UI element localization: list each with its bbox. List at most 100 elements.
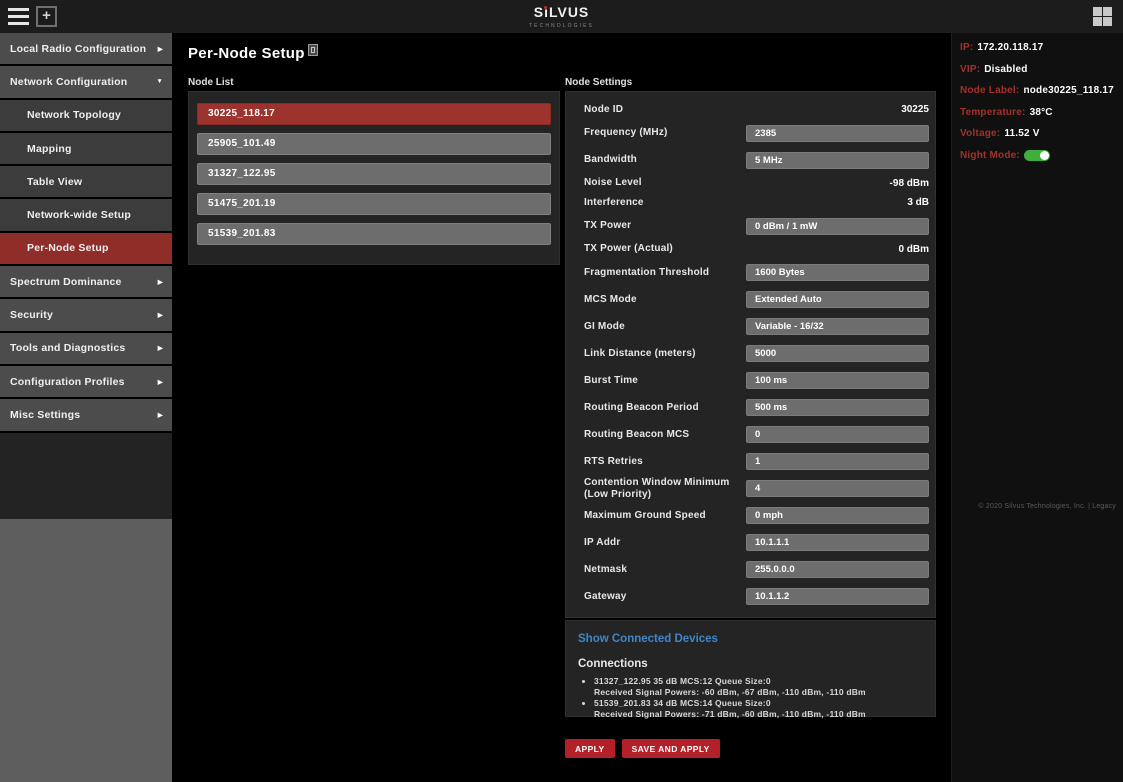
- connection-summary: 31327_122.95 35 dB MCS:12 Queue Size:0: [594, 676, 923, 687]
- setting-label: RTS Retries: [584, 456, 643, 468]
- setting-label: GI Mode: [584, 321, 625, 333]
- sidebar-item-network-configuration[interactable]: Network Configuration▼: [0, 66, 172, 97]
- setting-row-gi-mode: GI Mode: [584, 313, 929, 340]
- connection-signal-powers: Received Signal Powers: -71 dBm, -60 dBm…: [594, 709, 923, 720]
- status-row-ip: IP:172.20.118.17: [952, 37, 1123, 59]
- ip-addr-input[interactable]: [746, 534, 929, 551]
- action-buttons: APPLY SAVE AND APPLY: [565, 739, 720, 758]
- node-list-item-25905-101-49[interactable]: 25905_101.49: [197, 133, 551, 155]
- sidebar-menu: Local Radio Configuration▶Network Config…: [0, 33, 172, 433]
- sidebar-item-local-radio-configuration[interactable]: Local Radio Configuration▶: [0, 33, 172, 64]
- sidebar-item-label: Spectrum Dominance: [10, 276, 122, 288]
- sidebar-item-table-view[interactable]: Table View: [0, 166, 172, 197]
- setting-label: Burst Time: [584, 375, 638, 387]
- setting-label: Interference: [584, 197, 644, 209]
- connections-heading: Connections: [578, 658, 923, 670]
- setting-label: MCS Mode: [584, 294, 637, 306]
- netmask-input[interactable]: [746, 561, 929, 578]
- sidebar-item-label: Configuration Profiles: [10, 376, 125, 388]
- copyright-text: © 2020 Silvus Technologies, Inc. | Legac…: [978, 503, 1116, 510]
- sidebar-item-label: Table View: [27, 176, 82, 188]
- chevron-right-icon: ▶: [158, 278, 163, 286]
- setting-row-tx-power-actual: TX Power (Actual)0 dBm: [584, 240, 929, 260]
- node-list-panel: 30225_118.17 25905_101.49 31327_122.95 5147…: [188, 91, 560, 265]
- connection-entry: 51539_201.83 34 dB MCS:14 Queue Size:0Re…: [594, 698, 923, 720]
- chevron-right-icon: ▶: [158, 411, 163, 419]
- silvus-logo: SiLVUS TECHNOLOGIES: [0, 4, 1123, 29]
- setting-row-frequency-mhz: Frequency (MHz): [584, 120, 929, 147]
- bandwidth-input[interactable]: [746, 152, 929, 169]
- chevron-right-icon: ▶: [158, 311, 163, 319]
- status-row-voltage: Voltage:11.52 V: [952, 123, 1123, 145]
- setting-label: Bandwidth: [584, 154, 637, 166]
- setting-row-interference: Interference 3 dB: [584, 193, 929, 213]
- setting-label: Netmask: [584, 564, 627, 576]
- logo-subtext: TECHNOLOGIES: [0, 23, 1123, 29]
- fragmentation-threshold-input[interactable]: [746, 264, 929, 281]
- sidebar-item-network-topology[interactable]: Network Topology: [0, 100, 172, 131]
- node-settings-heading: Node Settings: [565, 77, 632, 88]
- mcs-mode-input[interactable]: [746, 291, 929, 308]
- node-list-item-51539-201-83[interactable]: 51539_201.83: [197, 223, 551, 245]
- save-and-apply-button[interactable]: SAVE AND APPLY: [622, 739, 720, 758]
- tx-power-input[interactable]: [746, 218, 929, 235]
- link-distance-meters-input[interactable]: [746, 345, 929, 362]
- status-panel: IP:172.20.118.17VIP:DisabledNode Label:n…: [951, 33, 1123, 782]
- sidebar-item-tools-and-diagnostics[interactable]: Tools and Diagnostics▶: [0, 333, 172, 364]
- sidebar-item-spectrum-dominance[interactable]: Spectrum Dominance ▶: [0, 266, 172, 297]
- apply-button[interactable]: APPLY: [565, 739, 615, 758]
- status-label: Voltage:: [960, 128, 1000, 139]
- sidebar-item-mapping[interactable]: Mapping: [0, 133, 172, 164]
- status-label: VIP:: [960, 64, 980, 75]
- contention-window-minimum-low-priority-input[interactable]: [746, 480, 929, 497]
- sidebar-item-label: Network Topology: [27, 109, 121, 121]
- burst-time-input[interactable]: [746, 372, 929, 389]
- sidebar-item-label: Security: [10, 309, 53, 321]
- setting-row-link-distance-meters: Link Distance (meters): [584, 340, 929, 367]
- setting-row-mcs-mode: MCS Mode: [584, 286, 929, 313]
- apps-grid-icon[interactable]: [1093, 7, 1112, 26]
- gi-mode-input[interactable]: [746, 318, 929, 335]
- setting-row-burst-time: Burst Time: [584, 367, 929, 394]
- rts-retries-input[interactable]: [746, 453, 929, 470]
- routing-beacon-period-input[interactable]: [746, 399, 929, 416]
- top-bar: + SiLVUS TECHNOLOGIES: [0, 0, 1123, 33]
- sidebar-item-per-node-setup[interactable]: Per-Node Setup: [0, 233, 172, 264]
- page-title-text: Per-Node Setup: [188, 45, 305, 62]
- setting-label: Node ID: [584, 104, 623, 116]
- connection-signal-powers: Received Signal Powers: -60 dBm, -67 dBm…: [594, 687, 923, 698]
- help-icon[interactable]: [308, 44, 318, 56]
- status-value: node30225_118.17: [1023, 85, 1114, 96]
- setting-label: Gateway: [584, 591, 627, 603]
- page-title: Per-Node Setup: [188, 44, 318, 62]
- setting-value: -98 dBm: [890, 178, 929, 189]
- night-mode-toggle[interactable]: [1024, 150, 1050, 161]
- gateway-input[interactable]: [746, 588, 929, 605]
- node-settings-panel: Node ID30225Frequency (MHz)BandwidthNois…: [565, 91, 936, 618]
- show-connected-devices-link[interactable]: Show Connected Devices: [578, 633, 718, 645]
- maximum-ground-speed-input[interactable]: [746, 507, 929, 524]
- sidebar-item-label: Network-wide Setup: [27, 209, 131, 221]
- setting-row-noise-level: Noise Level -98 dBm: [584, 174, 929, 194]
- sidebar-item-network-wide-setup[interactable]: Network-wide Setup: [0, 199, 172, 230]
- sidebar-item-configuration-profiles[interactable]: Configuration Profiles▶: [0, 366, 172, 397]
- setting-value: 3 dB: [907, 197, 929, 208]
- node-list-item-31327-122-95[interactable]: 31327_122.95: [197, 163, 551, 185]
- chevron-right-icon: ▶: [158, 45, 163, 53]
- node-list-item-30225-118-17[interactable]: 30225_118.17: [197, 103, 551, 125]
- frequency-mhz-input[interactable]: [746, 125, 929, 142]
- setting-label: Link Distance (meters): [584, 348, 696, 360]
- setting-label: Noise Level: [584, 177, 642, 189]
- setting-label: Routing Beacon Period: [584, 402, 699, 414]
- logo-red-dot: [544, 6, 547, 9]
- setting-row-contention-window-minimum-low-priority: Contention Window Minimum (Low Priority): [584, 475, 929, 502]
- setting-label: IP Addr: [584, 537, 620, 549]
- setting-label: Contention Window Minimum (Low Priority): [584, 477, 729, 501]
- logo-text: SiLVUS: [534, 4, 590, 20]
- sidebar-item-security[interactable]: Security ▶: [0, 299, 172, 330]
- status-label: Node Label:: [960, 85, 1019, 96]
- node-list-item-51475-201-19[interactable]: 51475_201.19: [197, 193, 551, 215]
- sidebar-item-misc-settings[interactable]: Misc Settings▶: [0, 399, 172, 430]
- routing-beacon-mcs-input[interactable]: [746, 426, 929, 443]
- node-list-heading: Node List: [188, 77, 234, 88]
